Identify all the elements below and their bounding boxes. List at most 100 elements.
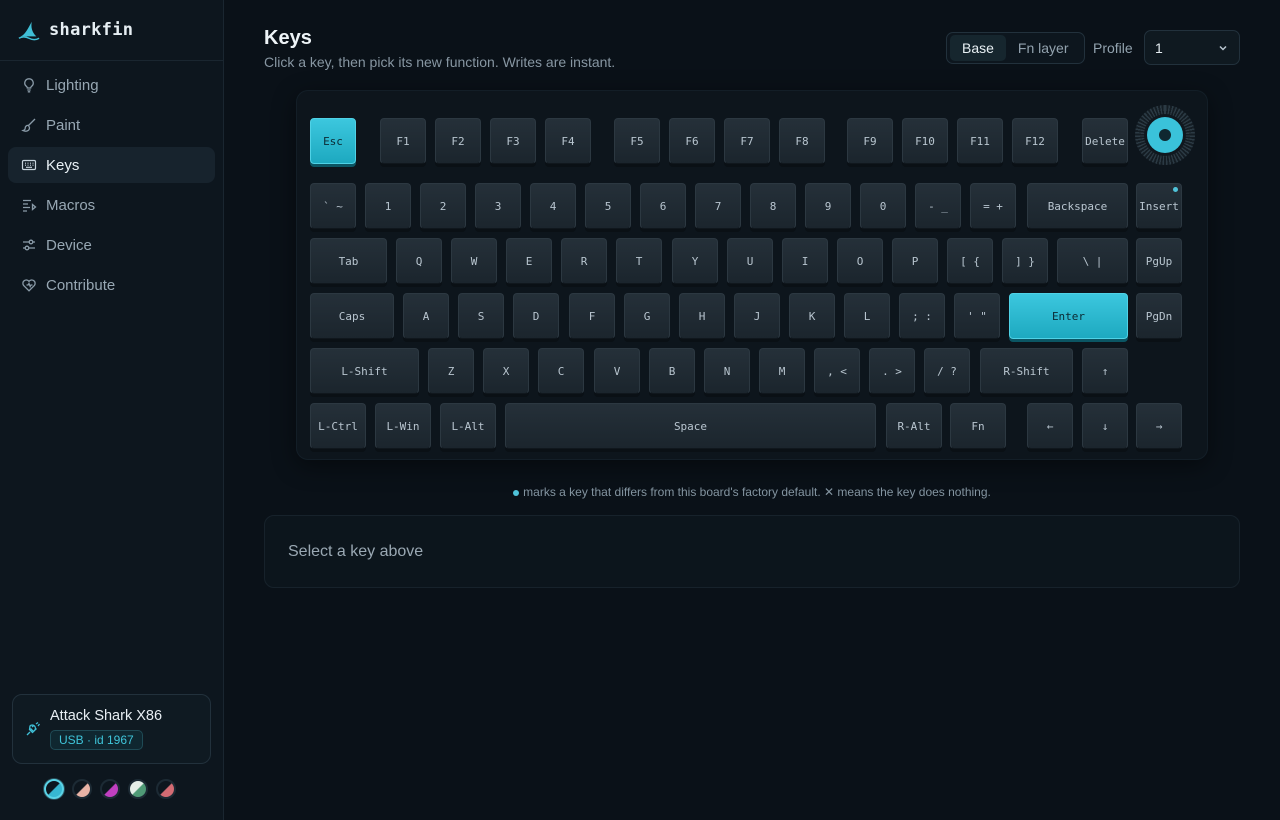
key-sym-4-8[interactable]: , < xyxy=(814,348,860,394)
key-label: L-Shift xyxy=(341,364,388,378)
key-2[interactable]: 2 xyxy=(420,183,466,229)
key-l-win[interactable]: L-Win xyxy=(375,403,431,449)
key-1[interactable]: 1 xyxy=(365,183,411,229)
theme-swatch-0[interactable] xyxy=(44,779,64,799)
sidebar-item-contribute[interactable]: Contribute xyxy=(8,267,215,303)
key-sym-4-10[interactable]: / ? xyxy=(924,348,970,394)
key-label: W xyxy=(470,254,478,268)
theme-swatch-3[interactable] xyxy=(128,779,148,799)
key-sym-5-8[interactable]: → xyxy=(1136,403,1182,449)
key-m[interactable]: M xyxy=(759,348,805,394)
key-f[interactable]: F xyxy=(569,293,615,339)
sidebar-item-device[interactable]: Device xyxy=(8,227,215,263)
key-sym-1-0[interactable]: ` ~ xyxy=(310,183,356,229)
key-c[interactable]: C xyxy=(538,348,584,394)
key-e[interactable]: E xyxy=(506,238,552,284)
key-x[interactable]: X xyxy=(483,348,529,394)
key-l-alt[interactable]: L-Alt xyxy=(440,403,496,449)
key-pgdn[interactable]: PgDn xyxy=(1136,293,1182,339)
key-6[interactable]: 6 xyxy=(640,183,686,229)
key-sym-2-12[interactable]: ] } xyxy=(1002,238,1048,284)
key-w[interactable]: W xyxy=(451,238,497,284)
key-sym-3-10[interactable]: ; : xyxy=(899,293,945,339)
rotary-knob[interactable] xyxy=(1135,105,1195,165)
key-l[interactable]: L xyxy=(844,293,890,339)
theme-picker xyxy=(44,779,176,799)
key-f12[interactable]: F12 xyxy=(1012,118,1058,164)
layer-base-button[interactable]: Base xyxy=(950,35,1006,61)
key-r[interactable]: R xyxy=(561,238,607,284)
key-delete[interactable]: Delete xyxy=(1082,118,1128,164)
key-f4[interactable]: F4 xyxy=(545,118,591,164)
key-f10[interactable]: F10 xyxy=(902,118,948,164)
key-sym-3-11[interactable]: ' " xyxy=(954,293,1000,339)
sidebar-item-paint[interactable]: Paint xyxy=(8,107,215,143)
key-8[interactable]: 8 xyxy=(750,183,796,229)
key-s[interactable]: S xyxy=(458,293,504,339)
key-f9[interactable]: F9 xyxy=(847,118,893,164)
key-fn[interactable]: Fn xyxy=(950,403,1006,449)
key-sym-1-12[interactable]: = + xyxy=(970,183,1016,229)
key-v[interactable]: V xyxy=(594,348,640,394)
key-l-shift[interactable]: L-Shift xyxy=(310,348,419,394)
key-f6[interactable]: F6 xyxy=(669,118,715,164)
key-f1[interactable]: F1 xyxy=(380,118,426,164)
key-k[interactable]: K xyxy=(789,293,835,339)
key-f11[interactable]: F11 xyxy=(957,118,1003,164)
key-y[interactable]: Y xyxy=(672,238,718,284)
device-card[interactable]: Attack Shark X86 USB · id 1967 xyxy=(12,694,211,764)
profile-select[interactable]: 1 xyxy=(1144,30,1240,65)
key-o[interactable]: O xyxy=(837,238,883,284)
key-f3[interactable]: F3 xyxy=(490,118,536,164)
key-pgup[interactable]: PgUp xyxy=(1136,238,1182,284)
key-l-ctrl[interactable]: L-Ctrl xyxy=(310,403,366,449)
key-f7[interactable]: F7 xyxy=(724,118,770,164)
key-5[interactable]: 5 xyxy=(585,183,631,229)
key-z[interactable]: Z xyxy=(428,348,474,394)
key-enter[interactable]: Enter xyxy=(1009,293,1128,339)
key-9[interactable]: 9 xyxy=(805,183,851,229)
theme-swatch-1[interactable] xyxy=(72,779,92,799)
key-sym-4-12[interactable]: ↑ xyxy=(1082,348,1128,394)
key-d[interactable]: D xyxy=(513,293,559,339)
key-7[interactable]: 7 xyxy=(695,183,741,229)
key-a[interactable]: A xyxy=(403,293,449,339)
key-h[interactable]: H xyxy=(679,293,725,339)
key-t[interactable]: T xyxy=(616,238,662,284)
key-sym-4-9[interactable]: . > xyxy=(869,348,915,394)
key-j[interactable]: J xyxy=(734,293,780,339)
key-0[interactable]: 0 xyxy=(860,183,906,229)
key-caps[interactable]: Caps xyxy=(310,293,394,339)
key-r-alt[interactable]: R-Alt xyxy=(886,403,942,449)
key-i[interactable]: I xyxy=(782,238,828,284)
key-sym-1-11[interactable]: - _ xyxy=(915,183,961,229)
key-p[interactable]: P xyxy=(892,238,938,284)
key-4[interactable]: 4 xyxy=(530,183,576,229)
key-backspace[interactable]: Backspace xyxy=(1027,183,1128,229)
key-sym-5-6[interactable]: ← xyxy=(1027,403,1073,449)
key-sym-5-7[interactable]: ↓ xyxy=(1082,403,1128,449)
key-g[interactable]: G xyxy=(624,293,670,339)
key-sym-2-13[interactable]: \ | xyxy=(1057,238,1128,284)
layer-fn-button[interactable]: Fn layer xyxy=(1006,35,1081,61)
key-f2[interactable]: F2 xyxy=(435,118,481,164)
sidebar-item-keys[interactable]: Keys xyxy=(8,147,215,183)
key-sym-2-11[interactable]: [ { xyxy=(947,238,993,284)
key-n[interactable]: N xyxy=(704,348,750,394)
key-esc[interactable]: Esc xyxy=(310,118,356,164)
key-tab[interactable]: Tab xyxy=(310,238,387,284)
key-f8[interactable]: F8 xyxy=(779,118,825,164)
theme-swatch-2[interactable] xyxy=(100,779,120,799)
sidebar-item-lighting[interactable]: Lighting xyxy=(8,67,215,103)
key-f5[interactable]: F5 xyxy=(614,118,660,164)
key-q[interactable]: Q xyxy=(396,238,442,284)
theme-swatch-4[interactable] xyxy=(156,779,176,799)
sidebar-item-macros[interactable]: Macros xyxy=(8,187,215,223)
key-u[interactable]: U xyxy=(727,238,773,284)
key-r-shift[interactable]: R-Shift xyxy=(980,348,1073,394)
key-insert[interactable]: Insert xyxy=(1136,183,1182,229)
brand[interactable]: sharkfin xyxy=(0,0,223,61)
key-b[interactable]: B xyxy=(649,348,695,394)
key-3[interactable]: 3 xyxy=(475,183,521,229)
key-space[interactable]: Space xyxy=(505,403,876,449)
